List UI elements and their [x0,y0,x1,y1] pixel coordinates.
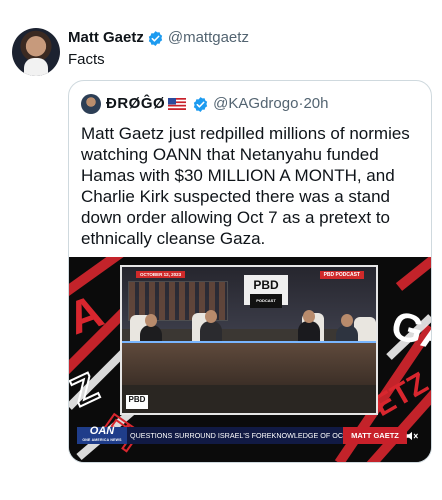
tweet-text: Facts [68,51,105,68]
ticker-name: MATT GAETZ [343,427,407,444]
podcast-banner: PBD PODCAST [319,271,364,279]
network-logo: OAN ONE AMERICA NEWS [77,424,127,444]
studio-floor [122,385,376,413]
network-logo-sub: ONE AMERICA NEWS [82,437,122,442]
tweet-header: Matt Gaetz @mattgaetz [68,28,249,48]
speaker-muted-icon[interactable] [405,429,419,443]
quoted-author-avatar[interactable] [81,94,101,114]
studio-logo-sub: PODCAST [250,294,282,308]
quoted-tweet-time[interactable]: 20h [303,94,328,114]
network-logo-text: OAN [89,424,115,437]
author-name[interactable]: Matt Gaetz [68,28,144,48]
studio-logo: PBD PODCAST [244,275,288,308]
us-flag-icon [168,98,187,110]
quoted-author-handle[interactable]: @KAGdrogo [213,94,298,114]
video-player[interactable]: A Z GA ETZ FT OCTOBER 12, 2023 PBD PODCA… [69,257,431,462]
date-banner: OCTOBER 12, 2023 [136,271,186,278]
verified-badge-icon [194,96,208,112]
studio-logo-text: PBD [253,278,279,292]
quoted-tweet-header: ĐRØĜØ @KAGdrogo · 20h [81,94,328,114]
author-avatar[interactable] [12,28,60,76]
author-handle[interactable]: @mattgaetz [168,28,249,48]
ticker-headline: QUESTIONS SURROUND ISRAEL'S FOREKNOWLEDG… [127,427,343,444]
studio-table [122,341,376,385]
quoted-author-name[interactable]: ĐRØĜØ [106,94,165,114]
corner-logo: PBD [126,395,148,409]
news-ticker: OAN ONE AMERICA NEWS QUESTIONS SURROUND … [77,424,407,444]
video-frame[interactable]: OCTOBER 12, 2023 PBD PODCAST PBD PODCAST… [120,265,378,415]
quoted-tweet-card[interactable]: ĐRØĜØ @KAGdrogo · 20h Matt Gaetz just re… [68,80,432,463]
verified-badge-icon [148,30,163,46]
quoted-tweet-text: Matt Gaetz just redpilled millions of no… [81,124,410,248]
